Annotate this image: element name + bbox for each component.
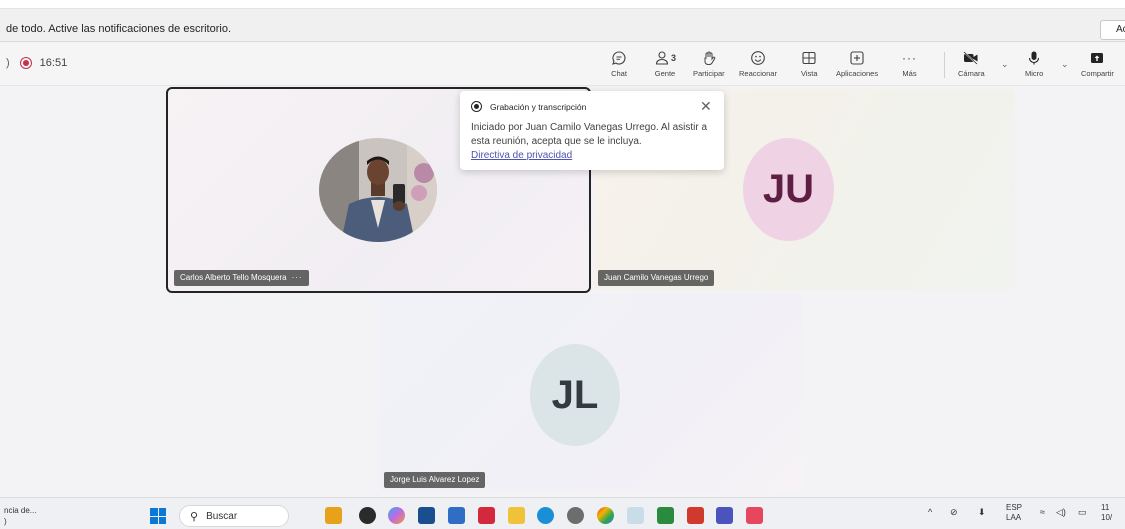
privacy-policy-link[interactable]: Directiva de privacidad	[471, 150, 572, 161]
notification-banner: de todo. Active las notificaciones de es…	[0, 9, 1125, 42]
mic-label: Micro	[1025, 69, 1044, 78]
bluetooth-off-icon[interactable]: ⊘	[950, 507, 958, 518]
apps-label: Aplicaciones	[836, 69, 879, 78]
mic-button[interactable]: Micro	[1025, 49, 1043, 83]
taskbar-search[interactable]: ⚲ Buscar	[179, 505, 289, 527]
windows-taskbar: ncia de... ) ⚲ Buscar ^ ⊘ ⬇ ESP LAA ≈ ◁)…	[0, 497, 1125, 529]
meeting-timer: ) 16:51	[6, 57, 67, 69]
widgets-app-icon[interactable]	[325, 507, 342, 524]
people-label: Gente	[654, 69, 676, 78]
recording-icon	[19, 57, 32, 69]
language-indicator[interactable]: ESP LAA	[1006, 503, 1022, 523]
design-app-icon[interactable]	[448, 507, 465, 524]
office-app-icon[interactable]	[687, 507, 704, 524]
share-icon	[1089, 49, 1105, 67]
toolbar-divider	[944, 52, 945, 78]
popup-body: Iniciado por Juan Camilo Vanegas Urrego.…	[471, 121, 721, 163]
clock-time: 11	[1101, 503, 1110, 512]
react-label: Reaccionar	[739, 69, 777, 78]
more-label: Más	[902, 69, 917, 78]
taskbar-preview-text[interactable]: ncia de... )	[4, 505, 36, 527]
react-button[interactable]: Reaccionar	[739, 49, 777, 83]
teams-app-icon[interactable]	[716, 507, 733, 524]
camera-label: Cámara	[958, 69, 985, 78]
emoji-icon	[750, 49, 766, 67]
participant-name: Carlos Alberto Tello Mosquera	[180, 273, 287, 282]
mic-tray-icon[interactable]: ⬇	[978, 507, 986, 518]
people-icon: 3	[654, 49, 676, 67]
participant-name-tag: Jorge Luis Alvarez Lopez	[384, 472, 486, 488]
more-icon: ···	[902, 51, 917, 65]
participant-name-tag: Carlos Alberto Tello Mosquera ···	[174, 270, 309, 286]
raise-hand-button[interactable]: Participar	[693, 49, 725, 83]
camera-button[interactable]: Cámara	[958, 49, 985, 83]
chrome-app-icon[interactable]	[359, 507, 376, 524]
windows-start-icon[interactable]	[150, 508, 166, 524]
recording-notice-popup: Grabación y transcripción ✕ Iniciado por…	[460, 91, 724, 170]
copilot-app-icon[interactable]	[388, 507, 405, 524]
chat-label: Chat	[611, 69, 627, 78]
edge-app-icon[interactable]	[537, 507, 554, 524]
camera-off-icon	[962, 49, 980, 67]
keyboard-layout: LAA	[1006, 513, 1022, 522]
notifications-app-icon[interactable]	[746, 507, 763, 524]
meeting-time: 16:51	[39, 57, 68, 69]
participant-name-tag: Juan Camilo Vanegas Urrego	[598, 270, 715, 286]
store-app-icon[interactable]	[418, 507, 435, 524]
search-placeholder: Buscar	[206, 510, 238, 522]
popup-header: Grabación y transcripción	[471, 101, 586, 112]
participant-name: Jorge Luis Alvarez Lopez	[390, 475, 480, 484]
recording-icon	[471, 101, 482, 112]
grid-icon	[801, 49, 817, 67]
clock-date: 10/	[1101, 513, 1113, 522]
view-button[interactable]: Vista	[801, 49, 818, 83]
chevron-up-icon[interactable]: ^	[928, 507, 932, 517]
apps-button[interactable]: Aplicaciones	[836, 49, 878, 83]
chat-icon	[611, 49, 627, 67]
chrome-profile-app-icon[interactable]	[597, 507, 614, 524]
raise-hand-label: Participar	[693, 69, 725, 78]
mic-options-chevron-icon[interactable]: ⌄	[1061, 59, 1069, 70]
settings-app-icon[interactable]	[567, 507, 584, 524]
participant-more-icon[interactable]: ···	[292, 273, 303, 282]
mcafee-app-icon[interactable]	[478, 507, 495, 524]
taskbar-preview-line1: ncia de...	[4, 506, 37, 515]
participant-name: Juan Camilo Vanegas Urrego	[604, 273, 709, 282]
browser-top-strip	[0, 0, 1125, 9]
volume-icon[interactable]: ◁)	[1056, 507, 1066, 518]
system-clock[interactable]: 11 10/	[1101, 503, 1112, 523]
snipping-app-icon[interactable]	[627, 507, 644, 524]
popup-title: Grabación y transcripción	[490, 101, 587, 112]
enable-notifications-button[interactable]: Ac	[1100, 20, 1125, 40]
share-button[interactable]: Compartir	[1081, 49, 1114, 83]
raise-hand-icon	[701, 49, 717, 67]
chat-button[interactable]: Chat	[611, 49, 627, 83]
search-icon: ⚲	[190, 510, 199, 523]
truncated-title: )	[6, 57, 10, 69]
popup-message: Iniciado por Juan Camilo Vanegas Urrego.…	[471, 122, 708, 147]
share-label: Compartir	[1081, 69, 1114, 78]
excel-app-icon[interactable]	[657, 507, 674, 524]
language-code: ESP	[1006, 503, 1023, 512]
people-count: 3	[671, 53, 677, 63]
close-icon[interactable]: ✕	[700, 98, 712, 115]
video-tile-jorge[interactable]: JL Jorge Luis Alvarez Lopez	[380, 294, 802, 491]
wifi-icon[interactable]: ≈	[1040, 507, 1045, 517]
avatar: JU	[743, 138, 834, 241]
view-label: Vista	[801, 69, 818, 78]
microphone-icon	[1027, 49, 1041, 67]
meeting-toolbar: ) 16:51 Chat 3 Gente Participar Reaccion…	[0, 43, 1125, 86]
taskbar-preview-line2: )	[4, 517, 7, 526]
participant-photo	[319, 138, 437, 242]
people-button[interactable]: 3 Gente	[654, 49, 676, 83]
more-button[interactable]: ··· Más	[902, 49, 917, 83]
file-explorer-icon[interactable]	[508, 507, 525, 524]
add-app-icon	[849, 49, 865, 67]
banner-text: de todo. Active las notificaciones de es…	[6, 23, 232, 35]
battery-icon[interactable]: ▭	[1078, 507, 1087, 518]
camera-options-chevron-icon[interactable]: ⌄	[1001, 59, 1009, 70]
avatar: JL	[530, 344, 620, 446]
